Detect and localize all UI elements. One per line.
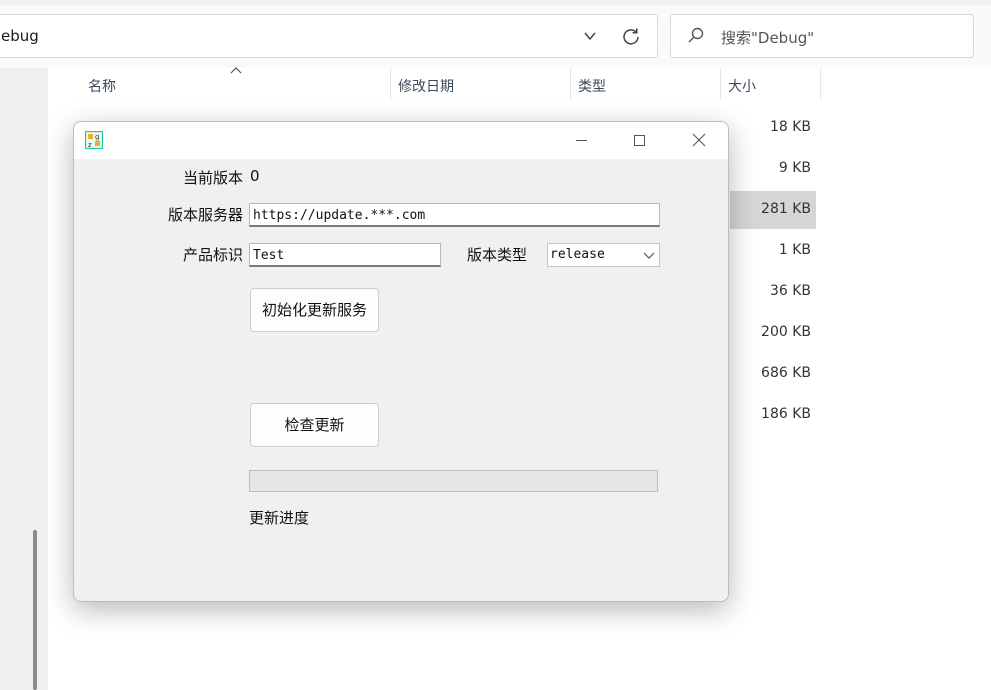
column-header-modified[interactable]: 修改日期 [398, 76, 454, 96]
top-strip [0, 0, 991, 5]
file-size: 200 KB [761, 324, 811, 340]
search-icon [688, 27, 704, 43]
maximize-icon[interactable] [610, 122, 668, 159]
column-divider[interactable] [720, 68, 721, 100]
dialog-titlebar[interactable]: z g [74, 122, 728, 159]
check-update-button[interactable]: 检查更新 [250, 403, 379, 447]
init-update-service-button[interactable]: 初始化更新服务 [250, 288, 379, 332]
refresh-icon[interactable] [621, 26, 641, 46]
column-divider[interactable] [390, 68, 391, 100]
chevron-down-icon[interactable] [583, 29, 597, 43]
column-header-type[interactable]: 类型 [578, 76, 606, 96]
svg-text:g: g [95, 133, 99, 141]
sort-ascending-icon [230, 67, 242, 74]
column-divider[interactable] [570, 68, 571, 100]
column-header-size[interactable]: 大小 [728, 76, 756, 96]
current-version-label: 当前版本 [182, 169, 243, 187]
product-id-label: 产品标识 [182, 246, 243, 264]
file-size: 36 KB [769, 283, 811, 299]
svg-text:z: z [88, 141, 92, 149]
version-type-select[interactable]: release [547, 243, 660, 267]
navigation-pane [0, 68, 48, 690]
file-size: 1 KB [778, 242, 811, 258]
column-divider[interactable] [820, 68, 821, 100]
chevron-down-icon [643, 252, 655, 259]
server-label: 版本服务器 [167, 206, 243, 224]
update-progress-bar [249, 470, 658, 492]
file-size: 9 KB [778, 160, 811, 176]
version-type-label: 版本类型 [466, 246, 527, 264]
version-type-value: release [550, 247, 605, 262]
file-size: 186 KB [761, 406, 811, 422]
minimize-icon[interactable] [552, 122, 610, 159]
nav-scrollbar[interactable] [33, 530, 37, 690]
file-size: 686 KB [761, 365, 811, 381]
column-header-name[interactable]: 名称 [88, 76, 116, 96]
update-progress-label: 更新进度 [249, 509, 310, 527]
address-text: ebug [1, 27, 39, 45]
search-box[interactable]: 搜索"Debug" [670, 14, 974, 58]
product-id-input[interactable]: Test [249, 243, 441, 267]
search-placeholder: 搜索"Debug" [721, 29, 815, 47]
file-size: 281 KB [761, 201, 811, 217]
file-size: 18 KB [769, 119, 811, 135]
current-version-value: 0 [250, 167, 260, 185]
close-icon[interactable] [670, 122, 728, 159]
server-url-input[interactable]: https://update.***.com [249, 203, 660, 227]
address-bar[interactable]: ebug [0, 14, 658, 58]
app-icon: z g [85, 131, 103, 149]
update-dialog: z g 当前版本 0 版本服务器 https://update.***.com … [73, 121, 729, 602]
